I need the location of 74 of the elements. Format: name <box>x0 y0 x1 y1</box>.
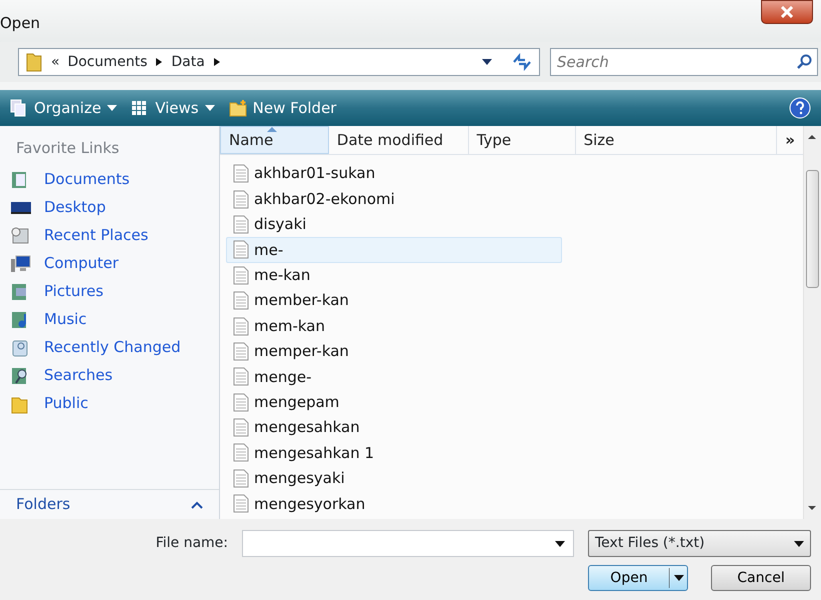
sidebar-item[interactable]: Public <box>0 390 219 418</box>
text-file-icon <box>233 443 249 462</box>
open-button[interactable]: Open <box>588 565 688 591</box>
sidebar-item[interactable]: Music <box>0 306 219 334</box>
dropdown-icon <box>794 540 804 546</box>
file-type-dropdown[interactable]: Text Files (*.txt) <box>588 530 811 557</box>
file-row[interactable]: menge- <box>226 364 562 390</box>
computer-icon <box>10 254 32 274</box>
search-icon <box>796 54 812 70</box>
new-folder-button[interactable]: New Folder <box>228 96 336 120</box>
scroll-thumb[interactable] <box>806 170 819 288</box>
close-icon <box>781 6 793 18</box>
text-file-icon <box>233 214 249 234</box>
file-name-field[interactable] <box>242 530 574 557</box>
sidebar-item[interactable]: Recently Changed <box>0 334 219 362</box>
file-row[interactable]: mengesyorkan <box>226 491 562 516</box>
text-file-icon <box>233 266 249 285</box>
sidebar-item[interactable]: Documents <box>0 166 219 194</box>
scrollbar[interactable] <box>803 126 821 519</box>
field-label: File name: <box>156 534 228 553</box>
file-row[interactable]: akhbar02-ekonomi <box>226 186 562 212</box>
dropdown-icon <box>481 58 493 66</box>
column-header[interactable]: Name <box>220 126 329 154</box>
file-row[interactable]: mengesahkan <box>226 414 562 440</box>
file-row[interactable]: disyaki <box>226 212 562 238</box>
text-file-icon <box>233 342 249 361</box>
file-row[interactable]: akhbar01-sukan <box>226 161 562 186</box>
file-row[interactable]: mengesyaki <box>226 466 562 492</box>
file-row[interactable]: memper-kan <box>226 338 562 364</box>
sidebar-item[interactable]: Computer <box>0 250 219 278</box>
close-button[interactable] <box>761 0 813 24</box>
sort-arrow-icon <box>267 127 277 132</box>
sidebar-item[interactable]: Pictures <box>0 278 219 306</box>
breadcrumb-item[interactable]: Data <box>171 52 205 72</box>
sidebar-item[interactable]: Searches <box>0 362 219 390</box>
cancel-button[interactable]: Cancel <box>711 565 811 591</box>
text-file-icon <box>233 291 249 310</box>
caret-icon <box>204 105 215 111</box>
pages-icon <box>10 99 28 117</box>
file-row[interactable]: member-kan <box>226 288 562 314</box>
overflow-chevron[interactable]: « <box>51 52 60 72</box>
sidebar-item[interactable]: Recent Places <box>0 222 219 250</box>
file-row[interactable]: me- <box>226 237 562 263</box>
breadcrumb-item[interactable]: Documents <box>68 52 148 72</box>
file-row[interactable]: me-kan <box>226 262 562 288</box>
file-row[interactable]: mengepam <box>226 390 562 415</box>
text-file-icon <box>233 392 249 412</box>
chevron-icon <box>155 57 164 67</box>
text-file-icon <box>233 190 249 209</box>
window-title: Open <box>0 13 40 34</box>
text-file-icon <box>233 367 249 386</box>
chevron-icon <box>212 57 221 67</box>
text-file-icon <box>233 468 249 488</box>
text-file-icon <box>233 418 249 438</box>
section-heading: Favorite Links <box>15 138 120 159</box>
dropdown-icon <box>555 540 565 546</box>
address-bar[interactable]: « Documents Data <box>18 48 540 76</box>
caret-icon <box>107 105 118 111</box>
folder-icon <box>25 51 43 73</box>
help-button[interactable] <box>789 97 811 119</box>
file-row[interactable]: mem-kan <box>226 313 562 339</box>
search-field[interactable]: Search <box>550 48 818 76</box>
refresh-icon <box>511 53 533 71</box>
caret-icon <box>669 566 687 590</box>
text-file-icon <box>233 494 249 514</box>
text-file-icon <box>233 316 249 336</box>
toolbar-button[interactable]: Views <box>131 96 215 120</box>
chevron-up-icon <box>191 500 203 508</box>
new-folder-icon <box>228 99 247 117</box>
file-row[interactable]: mengesahkan 1 <box>226 440 562 466</box>
text-file-icon <box>233 164 249 184</box>
sidebar-item[interactable]: Desktop <box>0 194 219 222</box>
text-file-icon <box>233 240 249 260</box>
toolbar-button[interactable]: Organize <box>10 96 118 120</box>
